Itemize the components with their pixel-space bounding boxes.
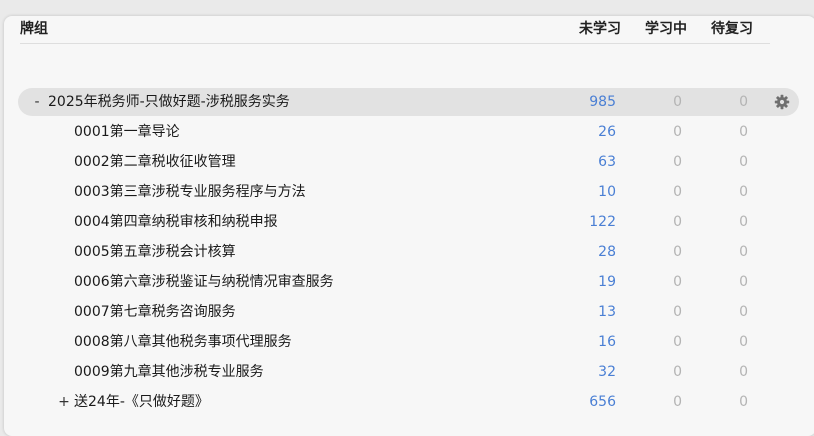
header-deck: 牌组 <box>20 21 48 37</box>
deck-new-count: 656 <box>589 394 616 410</box>
deck-learn-count: 0 <box>673 334 682 350</box>
deck-new-count: 19 <box>598 274 616 290</box>
deck-row-parent[interactable]: - 2025年税务师-只做好题-涉税服务实务 985 0 0 <box>18 88 799 116</box>
deck-new-count: 28 <box>598 244 616 260</box>
deck-row[interactable]: 0008第八章其他税务事项代理服务 16 0 0 <box>18 328 799 356</box>
deck-name[interactable]: 2025年税务师-只做好题-涉税服务实务 <box>48 88 290 116</box>
deck-learn-count: 0 <box>673 124 682 140</box>
deck-row[interactable]: 0002第二章税收征收管理 63 0 0 <box>18 148 799 176</box>
deck-learn-count: 0 <box>673 94 682 110</box>
deck-learn-count: 0 <box>673 184 682 200</box>
deck-name[interactable]: 送24年-《只做好题》 <box>74 388 209 416</box>
deck-new-count: 122 <box>589 214 616 230</box>
deck-name[interactable]: 0006第六章涉税鉴证与纳税情况审查服务 <box>74 268 334 296</box>
deck-new-count: 10 <box>598 184 616 200</box>
deck-learn-count: 0 <box>673 394 682 410</box>
header-learn: 学习中 <box>645 21 687 37</box>
deck-due-count: 0 <box>739 154 748 170</box>
deck-due-count: 0 <box>739 94 748 110</box>
gear-icon[interactable] <box>774 94 790 110</box>
deck-learn-count: 0 <box>673 274 682 290</box>
deck-new-count: 13 <box>598 304 616 320</box>
deck-row[interactable]: 0007第七章税务咨询服务 13 0 0 <box>18 298 799 326</box>
deck-learn-count: 0 <box>673 364 682 380</box>
deck-name[interactable]: 0004第四章纳税审核和纳税申报 <box>74 208 278 236</box>
deck-new-count: 985 <box>589 94 616 110</box>
deck-due-count: 0 <box>739 214 748 230</box>
deck-name[interactable]: 0003第三章涉税专业服务程序与方法 <box>74 178 306 206</box>
deck-due-count: 0 <box>739 244 748 260</box>
deck-learn-count: 0 <box>673 214 682 230</box>
deck-learn-count: 0 <box>673 244 682 260</box>
deck-row-collapsed[interactable]: + 送24年-《只做好题》 656 0 0 <box>18 388 799 416</box>
deck-row[interactable]: 0009第九章其他涉税专业服务 32 0 0 <box>18 358 799 386</box>
deck-due-count: 0 <box>739 184 748 200</box>
deck-row[interactable]: 0001第一章导论 26 0 0 <box>18 118 799 146</box>
deck-due-count: 0 <box>739 124 748 140</box>
deck-row[interactable]: 0004第四章纳税审核和纳税申报 122 0 0 <box>18 208 799 236</box>
deck-name[interactable]: 0009第九章其他涉税专业服务 <box>74 358 264 386</box>
deck-learn-count: 0 <box>673 304 682 320</box>
deck-new-count: 16 <box>598 334 616 350</box>
deck-list-header: 牌组 未学习 学习中 待复习 <box>20 20 770 44</box>
deck-new-count: 32 <box>598 364 616 380</box>
deck-new-count: 26 <box>598 124 616 140</box>
deck-due-count: 0 <box>739 334 748 350</box>
deck-row[interactable]: 0006第六章涉税鉴证与纳税情况审查服务 19 0 0 <box>18 268 799 296</box>
deck-due-count: 0 <box>739 274 748 290</box>
header-due: 待复习 <box>711 21 753 37</box>
deck-due-count: 0 <box>739 394 748 410</box>
header-new: 未学习 <box>579 21 621 37</box>
deck-name[interactable]: 0007第七章税务咨询服务 <box>74 298 236 326</box>
deck-due-count: 0 <box>739 304 748 320</box>
expand-toggle[interactable]: + <box>58 388 70 416</box>
deck-name[interactable]: 0002第二章税收征收管理 <box>74 148 236 176</box>
deck-new-count: 63 <box>598 154 616 170</box>
deck-name[interactable]: 0008第八章其他税务事项代理服务 <box>74 328 292 356</box>
collapse-toggle[interactable]: - <box>31 88 43 116</box>
deck-row[interactable]: 0003第三章涉税专业服务程序与方法 10 0 0 <box>18 178 799 206</box>
deck-learn-count: 0 <box>673 154 682 170</box>
deck-name[interactable]: 0001第一章导论 <box>74 118 180 146</box>
deck-name[interactable]: 0005第五章涉税会计核算 <box>74 238 236 266</box>
deck-row[interactable]: 0005第五章涉税会计核算 28 0 0 <box>18 238 799 266</box>
deck-due-count: 0 <box>739 364 748 380</box>
